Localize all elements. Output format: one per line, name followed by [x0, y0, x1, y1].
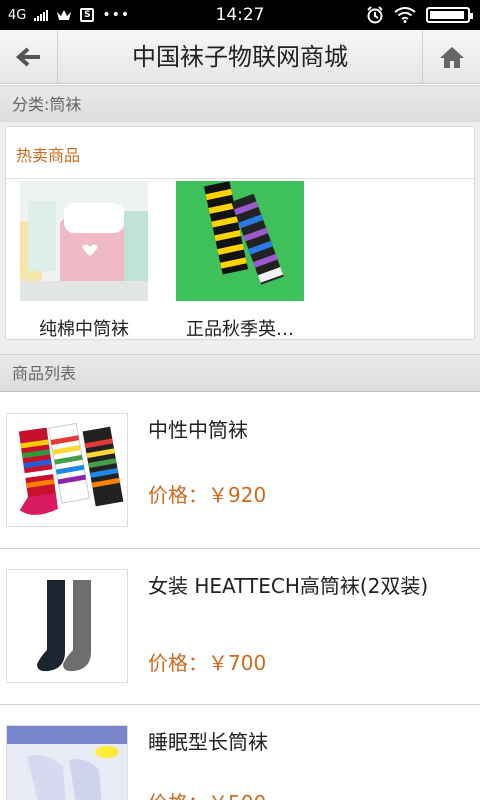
home-icon [439, 47, 464, 68]
striped-socks-green-photo [176, 181, 304, 301]
product-row[interactable]: 女装 HEATTECH高筒袜(2双装) 价格：￥700 [0, 549, 480, 705]
product-price: 价格：￥920 [148, 483, 267, 507]
product-row[interactable]: 中性中筒袜 价格：￥920 [0, 393, 480, 549]
battery-icon [426, 7, 473, 23]
compression-stockings-photo [6, 725, 128, 800]
battery-fill [430, 11, 464, 19]
back-button[interactable] [0, 30, 58, 84]
product-row[interactable]: 睡眠型长筒袜 价格：￥500 [0, 705, 480, 800]
hot-panel: 热卖商品 纯棉中筒袜 正品秋季英… [5, 126, 475, 340]
app-header: 中国袜子物联网商城 [0, 30, 480, 84]
hot-item-name: 正品秋季英… [186, 319, 294, 340]
product-price: 价格：￥500 [148, 787, 266, 800]
arrow-left-icon [15, 47, 40, 67]
pastel-socks-photo [20, 181, 148, 301]
alarm-icon [367, 6, 383, 24]
status-bar: 4G S ••• 14:27 [0, 0, 480, 30]
list-bar: 商品列表 [0, 354, 480, 392]
hot-item-name: 纯棉中筒袜 [39, 319, 129, 340]
rainbow-striped-socks-photo [6, 413, 128, 527]
hot-item[interactable]: 纯棉中筒袜 [14, 181, 154, 341]
product-name: 睡眠型长筒袜 [148, 730, 268, 754]
page-title: 中国袜子物联网商城 [132, 43, 348, 71]
product-price: 价格：￥700 [148, 651, 267, 675]
hot-item[interactable]: 正品秋季英… [170, 181, 310, 341]
product-name: 女装 HEATTECH高筒袜(2双装) [148, 574, 429, 598]
status-right-group [366, 0, 473, 30]
hot-section: 热卖商品 纯棉中筒袜 正品秋季英… [0, 122, 480, 354]
black-grey-knee-socks-photo [6, 569, 128, 683]
wifi-icon [394, 7, 416, 23]
category-bar: 分类:筒袜 [0, 85, 480, 123]
hot-title: 热卖商品 [6, 127, 474, 179]
home-button[interactable] [422, 30, 480, 84]
product-name: 中性中筒袜 [148, 418, 248, 442]
